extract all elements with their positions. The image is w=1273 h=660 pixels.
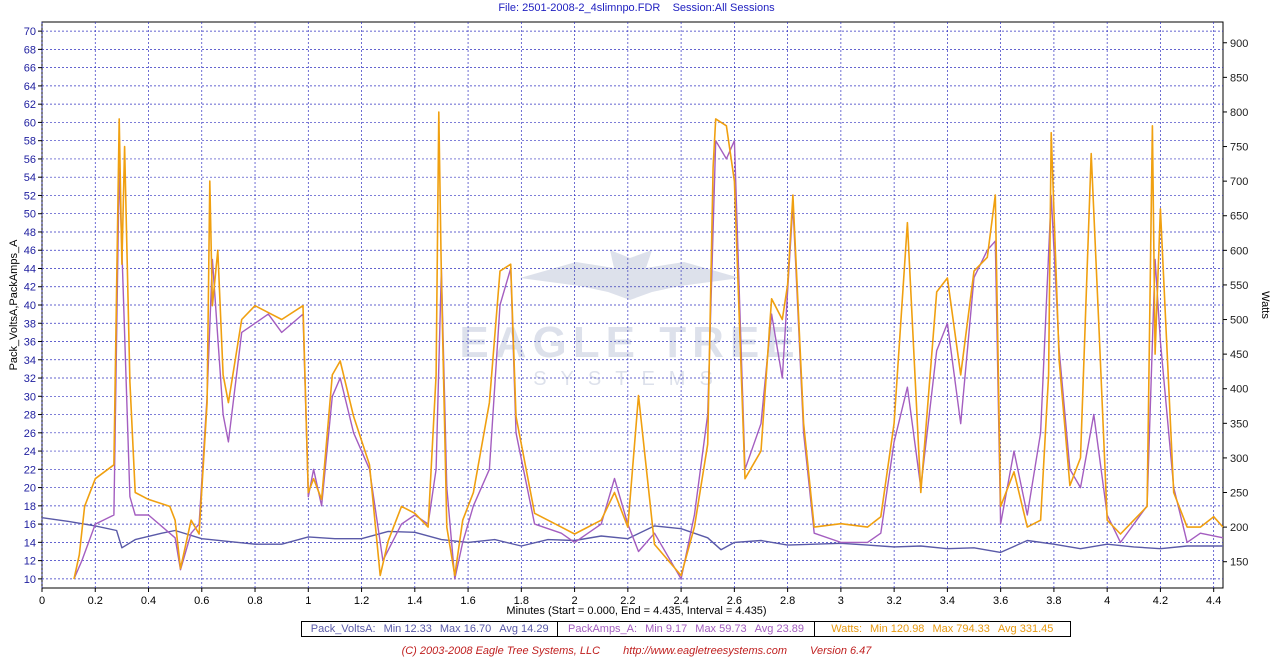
y-tick-label: 60	[24, 117, 36, 129]
y-tick-label: 44	[24, 263, 36, 275]
y-tick-label: 28	[24, 410, 36, 422]
y-tick-label: 30	[24, 391, 36, 403]
x-axis-label: Minutes (Start = 0.000, End = 4.435, Int…	[506, 605, 767, 617]
y-tick-label: 48	[24, 227, 36, 239]
website-link[interactable]: http://www.eagletreesystems.com	[623, 645, 787, 657]
legend-item-watts: Watts: Min 120.98 Max 794.33 Avg 331.45	[815, 622, 1070, 636]
y2-tick-label: 550	[1230, 280, 1248, 292]
y2-tick-label: 750	[1230, 142, 1248, 154]
y-tick-label: 20	[24, 483, 36, 495]
legend-avg: Avg 14.29	[499, 623, 549, 635]
y-tick-label: 68	[24, 44, 36, 56]
legend-name: Pack_VoltsA:	[310, 623, 376, 635]
copyright-text: (C) 2003-2008 Eagle Tree Systems, LLC	[401, 645, 601, 657]
y-tick-label: 18	[24, 501, 36, 513]
legend-max: Max 16.70	[439, 623, 492, 635]
y-axis-left: 10 12 14 16 18 20 22 24 26 28 30 32 34 36 38 40 42 44 46 48…	[24, 26, 42, 586]
legend-item-volts: Pack_VoltsA: Min 12.33 Max 16.70 Avg 14.…	[302, 622, 559, 636]
legend-item-amps: PackAmps_A: Min 9.17 Max 59.73 Avg 23.89	[558, 622, 815, 636]
y2-tick-label: 150	[1230, 557, 1248, 569]
y-tick-label: 42	[24, 282, 36, 294]
legend-name: PackAmps_A:	[567, 623, 638, 635]
y-tick-label: 58	[24, 136, 36, 148]
y-axis-label: Pack_VoltsA,PackAmps_A	[8, 239, 20, 371]
y-tick-label: 40	[24, 300, 36, 312]
version-text: Version 6.47	[810, 645, 872, 657]
legend-name: Watts:	[831, 623, 862, 635]
y-tick-label: 12	[24, 556, 36, 568]
y2-tick-label: 400	[1230, 384, 1248, 396]
y-tick-label: 24	[24, 446, 36, 458]
chart-svg: EAGLE TREE SYSTEMS 10 12 14 16 18 20 22 24 26 28 3…	[8, 21, 1271, 607]
y-tick-label: 22	[24, 464, 36, 476]
y-tick-label: 70	[24, 26, 36, 38]
watermark-text-sub: SYSTEMS	[533, 368, 727, 390]
y-tick-label: 36	[24, 337, 36, 349]
watermark-text-main: EAGLE TREE	[459, 318, 800, 367]
legend-min: Min 120.98	[870, 623, 925, 635]
y-tick-label: 62	[24, 99, 36, 111]
y-tick-label: 54	[24, 172, 36, 184]
y2-tick-label: 850	[1230, 72, 1248, 84]
y-tick-label: 32	[24, 373, 36, 385]
legend-min: Min 12.33	[383, 623, 432, 635]
y-tick-label: 16	[24, 519, 36, 531]
y2-tick-label: 200	[1230, 522, 1248, 534]
y2-tick-label: 700	[1230, 176, 1248, 188]
y-tick-label: 38	[24, 318, 36, 330]
y-tick-label: 56	[24, 154, 36, 166]
legend-avg: Avg 23.89	[754, 623, 804, 635]
y2-tick-label: 800	[1230, 107, 1248, 119]
y-axis-right: 150 200 250 300 350 400 450 500 550 600 650 700 750 8…	[1223, 38, 1248, 569]
y2-tick-label: 350	[1230, 418, 1248, 430]
legend-max: Max 794.33	[932, 623, 990, 635]
y2-tick-label: 450	[1230, 349, 1248, 361]
legend-max: Max 59.73	[695, 623, 747, 635]
y2-tick-label: 300	[1230, 453, 1248, 465]
y2-tick-label: 500	[1230, 315, 1248, 327]
y-tick-label: 52	[24, 190, 36, 202]
footer: (C) 2003-2008 Eagle Tree Systems, LLC ht…	[0, 645, 1273, 657]
y-tick-label: 10	[24, 574, 36, 586]
y2-tick-label: 900	[1230, 38, 1248, 50]
y2-axis-label: Watts	[1259, 291, 1271, 319]
legend-min: Min 9.17	[645, 623, 688, 635]
y-tick-label: 26	[24, 428, 36, 440]
y2-tick-label: 650	[1230, 211, 1248, 223]
y-tick-label: 64	[24, 81, 36, 93]
y-tick-label: 14	[24, 537, 36, 549]
y2-tick-label: 250	[1230, 488, 1248, 500]
y-tick-label: 66	[24, 63, 36, 75]
y-tick-label: 34	[24, 355, 36, 367]
legend: Pack_VoltsA: Min 12.33 Max 16.70 Avg 14.…	[301, 621, 1071, 637]
legend-avg: Avg 331.45	[997, 623, 1054, 635]
y-tick-label: 46	[24, 245, 36, 257]
y2-tick-label: 600	[1230, 245, 1248, 257]
y-tick-label: 50	[24, 209, 36, 221]
